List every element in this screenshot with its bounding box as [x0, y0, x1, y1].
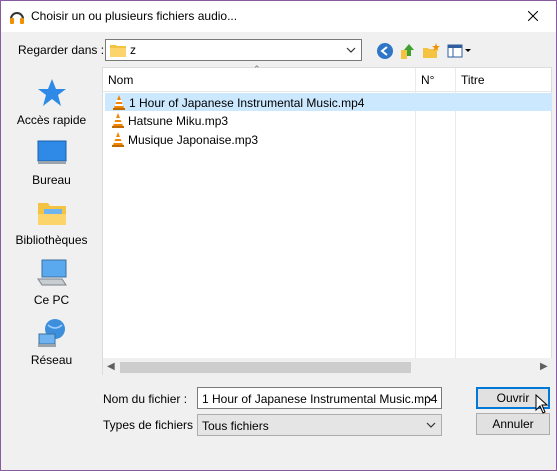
view-menu-icon — [447, 44, 471, 58]
places-bar: Accès rapide Bureau Bibliothèques Ce PC — [8, 67, 95, 375]
libraries-icon — [38, 203, 66, 225]
file-name-input[interactable]: 1 Hour of Japanese Instrumental Music.mp… — [197, 387, 442, 409]
up-folder-button[interactable] — [398, 41, 418, 61]
file-type-label: Types de fichiers : — [103, 418, 200, 432]
close-icon — [528, 11, 538, 21]
look-in-value: z — [130, 43, 136, 57]
window-title: Choisir un ou plusieurs fichiers audio..… — [31, 9, 238, 23]
view-menu-button[interactable] — [447, 41, 473, 61]
new-folder-icon — [423, 43, 440, 58]
sort-ascending-icon: ⌃ — [253, 64, 261, 74]
headphones-icon — [10, 12, 24, 24]
close-button[interactable] — [510, 1, 556, 31]
place-label: Accès rapide — [16, 113, 87, 127]
list-item[interactable]: 1 Hour of Japanese Instrumental Music.mp… — [105, 93, 552, 111]
file-name: Hatsune Miku.mp3 — [128, 114, 229, 128]
desktop-icon — [37, 140, 67, 164]
scroll-left-icon[interactable]: ◀ — [107, 361, 115, 372]
file-name-label: Nom du fichier : — [103, 392, 188, 406]
chevron-down-icon — [426, 422, 436, 428]
open-file-dialog: Choisir un ou plusieurs fichiers audio..… — [0, 0, 557, 471]
list-item[interactable]: Musique Japonaise.mp3 — [105, 131, 552, 149]
file-name: 1 Hour of Japanese Instrumental Music.mp… — [129, 96, 365, 110]
look-in-dropdown[interactable]: z — [105, 39, 362, 61]
vlc-cone-icon — [112, 132, 124, 147]
place-network[interactable]: Réseau — [8, 317, 95, 373]
place-quick-access[interactable]: Accès rapide — [8, 77, 95, 133]
look-in-label: Regarder dans : — [18, 43, 105, 57]
column-title[interactable]: Titre — [461, 73, 485, 87]
scrollbar-thumb[interactable] — [120, 362, 411, 373]
scroll-right-icon[interactable]: ▶ — [540, 361, 548, 372]
network-icon — [38, 319, 65, 347]
up-folder-icon — [401, 44, 414, 59]
place-label: Ce PC — [33, 293, 70, 307]
column-number[interactable]: N° — [421, 73, 434, 87]
place-this-pc[interactable]: Ce PC — [8, 257, 95, 313]
chevron-down-icon[interactable] — [425, 391, 437, 405]
vlc-cone-icon — [113, 95, 125, 110]
computer-icon — [37, 259, 67, 286]
cancel-button[interactable]: Annuler — [476, 413, 550, 435]
place-label: Réseau — [30, 353, 73, 367]
title-bar[interactable]: Choisir un ou plusieurs fichiers audio..… — [1, 1, 556, 32]
chevron-down-icon — [346, 47, 356, 53]
file-type-value: Tous fichiers — [202, 419, 269, 433]
back-arrow-icon — [377, 43, 393, 59]
list-item[interactable]: Hatsune Miku.mp3 — [105, 112, 552, 130]
folder-icon — [110, 45, 126, 57]
file-name: Musique Japonaise.mp3 — [128, 133, 259, 147]
place-label: Bureau — [32, 173, 71, 187]
place-desktop[interactable]: Bureau — [8, 137, 95, 193]
file-list[interactable]: ⌃ Nom N° Titre 1 Hour of Japanese Instru… — [102, 64, 552, 375]
new-folder-button[interactable] — [421, 41, 441, 61]
horizontal-scrollbar[interactable]: ◀ ▶ — [103, 358, 552, 375]
column-name[interactable]: Nom — [108, 73, 133, 87]
place-libraries[interactable]: Bibliothèques — [8, 197, 95, 253]
mouse-cursor-icon — [535, 394, 549, 414]
star-icon — [38, 79, 66, 106]
vlc-cone-icon — [112, 113, 124, 128]
place-label: Bibliothèques — [15, 233, 88, 247]
back-button[interactable] — [375, 41, 395, 61]
column-header: ⌃ Nom N° Titre — [103, 64, 552, 358]
file-type-dropdown[interactable]: Tous fichiers — [197, 414, 442, 436]
file-name-value: 1 Hour of Japanese Instrumental Music.mp… — [202, 392, 438, 406]
